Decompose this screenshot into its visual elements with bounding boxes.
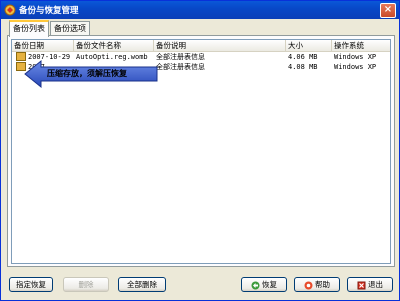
column-header-description[interactable]: 备份说明 xyxy=(154,40,286,51)
list-header: 备份日期 备份文件名称 备份说明 大小 操作系统 xyxy=(12,40,390,52)
app-icon xyxy=(4,4,16,16)
help-button[interactable]: 帮助 xyxy=(294,277,340,292)
column-header-filename[interactable]: 备份文件名称 xyxy=(74,40,154,51)
row-size: 4.06 MB xyxy=(288,53,318,61)
help-label: 帮助 xyxy=(315,280,330,289)
exit-icon xyxy=(357,281,366,289)
backup-restore-window: 备份与恢复管理 × 备份列表 备份选项 备份日期 备份文件名称 备份说明 大小 … xyxy=(0,0,400,301)
help-icon xyxy=(304,281,313,289)
close-button[interactable]: × xyxy=(380,3,396,18)
exit-button[interactable]: 退出 xyxy=(347,277,393,292)
restore-button[interactable]: 恢复 xyxy=(241,277,287,292)
column-header-size[interactable]: 大小 xyxy=(286,40,332,51)
row-description: 全部注册表信息 xyxy=(156,53,205,61)
restore-icon xyxy=(251,281,260,289)
row-size: 4.08 MB xyxy=(288,63,318,71)
tab-backup-list[interactable]: 备份列表 xyxy=(9,20,49,37)
restore-specified-button[interactable]: 指定恢复 xyxy=(9,277,53,292)
title-bar: 备份与恢复管理 × xyxy=(1,1,399,19)
callout-text: 压缩存放，须解压恢复 xyxy=(47,69,127,78)
window-title: 备份与恢复管理 xyxy=(19,6,79,16)
delete-all-button[interactable]: 全部删除 xyxy=(118,277,166,292)
delete-button[interactable]: 删除 xyxy=(63,277,109,292)
row-description: 全部注册表信息 xyxy=(156,63,205,71)
tab-backup-options[interactable]: 备份选项 xyxy=(50,21,90,35)
row-os: Windows XP xyxy=(334,63,377,71)
restore-label: 恢复 xyxy=(262,280,277,289)
exit-label: 退出 xyxy=(368,280,383,289)
column-header-os[interactable]: 操作系统 xyxy=(332,40,390,51)
callout-arrow: 压缩存放，须解压恢复 xyxy=(23,59,163,91)
row-os: Windows XP xyxy=(334,53,377,61)
column-header-date[interactable]: 备份日期 xyxy=(12,40,74,51)
